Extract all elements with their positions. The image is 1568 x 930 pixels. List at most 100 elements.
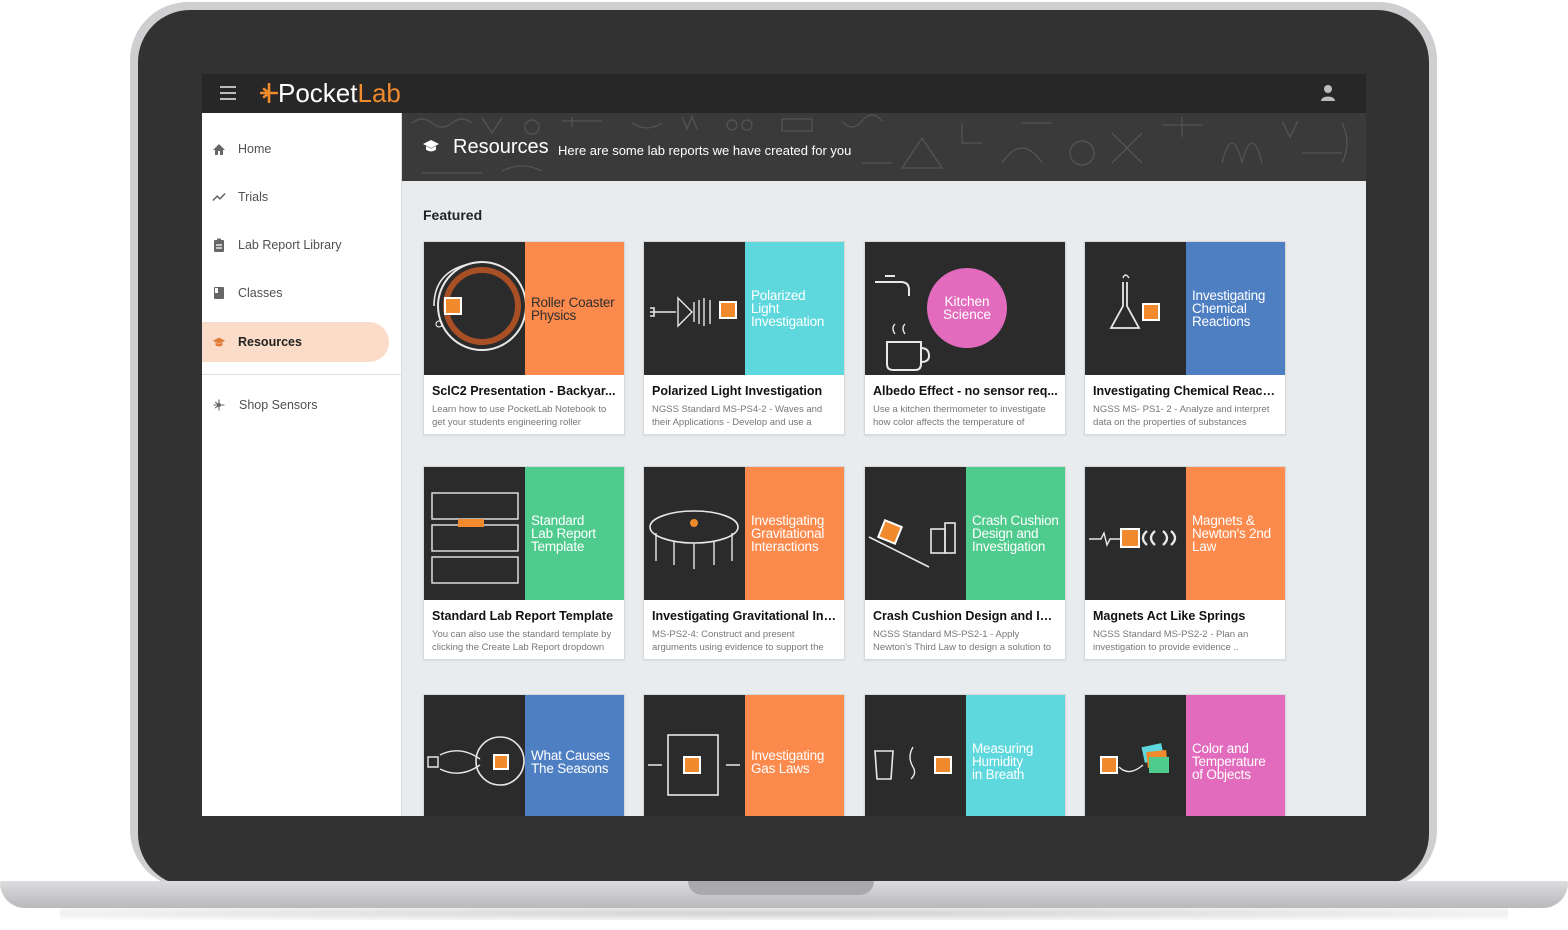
kitchen-science-badge: Kitchen Science bbox=[927, 268, 1007, 348]
thumbnail-title: What Causes The Seasons bbox=[531, 747, 610, 776]
card-description: NGSS Standard MS-PS2-1 - Apply Newton's … bbox=[873, 629, 1052, 653]
thumbnail-color-panel: Investigating Gas Laws bbox=[745, 695, 844, 816]
humidity-breath-illustration bbox=[874, 746, 952, 780]
resource-card[interactable]: Magnets & Newton's 2nd Law Magnets Act L… bbox=[1084, 466, 1286, 660]
resource-card[interactable]: Measuring Humidity in Breath bbox=[864, 694, 1066, 816]
card-title: Magnets Act Like Springs bbox=[1093, 609, 1246, 623]
app-bar: Pocket Lab bbox=[202, 74, 1366, 113]
sidebar-item-label: Classes bbox=[238, 286, 283, 300]
resource-card[interactable]: Roller Coaster Physics SclC2 Presentatio… bbox=[423, 241, 625, 435]
card-thumbnail: Crash Cushion Design and Investigation bbox=[865, 467, 1065, 600]
seasons-globe-illustration bbox=[427, 736, 525, 786]
pocketlab-logo[interactable]: Pocket Lab bbox=[260, 78, 401, 108]
thumbnail-title: Investigating Gas Laws bbox=[751, 747, 825, 776]
roller-coaster-illustration bbox=[433, 261, 525, 351]
thumbnail-color-panel: Standard Lab Report Template bbox=[525, 467, 624, 600]
resource-card[interactable]: Color and Temperature of Objects bbox=[1084, 694, 1286, 816]
card-thumbnail: Color and Temperature of Objects bbox=[1085, 695, 1285, 816]
card-description: NGSS Standard MS-PS2-2 - Plan an investi… bbox=[1093, 629, 1249, 653]
trampoline-illustration bbox=[649, 510, 739, 569]
sidebar-item-classes[interactable]: Classes bbox=[202, 273, 389, 313]
card-title: Polarized Light Investigation bbox=[652, 384, 823, 398]
card-description: NGSS Standard MS-PS4-2 - Waves and their… bbox=[652, 404, 823, 428]
graduation-cap-icon bbox=[212, 335, 226, 349]
gas-laws-bag-illustration bbox=[648, 734, 740, 796]
sidebar-item-label: Lab Report Library bbox=[238, 238, 342, 252]
card-description: MS-PS2-4: Construct and present argument… bbox=[652, 629, 824, 653]
logo-text-lab: Lab bbox=[357, 77, 401, 108]
thumbnail-title: Investigating Chemical Reactions bbox=[1192, 288, 1266, 329]
card-thumbnail: Kitchen Science bbox=[865, 242, 1065, 375]
card-title: Standard Lab Report Template bbox=[432, 609, 614, 623]
crash-cushion-illustration bbox=[868, 518, 956, 568]
lab-report-template-illustration bbox=[431, 492, 519, 584]
card-thumbnail: Investigating Chemical Reactions bbox=[1085, 242, 1285, 375]
clipboard-icon bbox=[212, 238, 226, 252]
sidebar-item-trials[interactable]: Trials bbox=[202, 177, 389, 217]
thumbnail-title: Color and Temperature of Objects bbox=[1192, 741, 1266, 782]
home-icon bbox=[212, 142, 226, 156]
resource-card[interactable]: Investigating Chemical Reactions Investi… bbox=[1084, 241, 1286, 435]
thumbnail-color-panel: Color and Temperature of Objects bbox=[1186, 695, 1285, 816]
thumbnail-title: Magnets & Newton's 2nd Law bbox=[1192, 513, 1271, 554]
resource-card[interactable]: Investigating Gas Laws bbox=[643, 694, 845, 816]
sidebar-item-label: Home bbox=[238, 142, 272, 156]
pocketlab-logo-mark-icon bbox=[260, 83, 278, 103]
card-thumbnail: Magnets & Newton's 2nd Law bbox=[1085, 467, 1285, 600]
card-title: Investigating Gravitational Int... bbox=[652, 609, 838, 623]
magnets-spring-illustration bbox=[1089, 528, 1177, 548]
book-icon bbox=[212, 286, 226, 300]
card-thumbnail: Investigating Gas Laws bbox=[644, 695, 844, 816]
thumbnail-color-panel: Magnets & Newton's 2nd Law bbox=[1186, 467, 1285, 600]
resource-card[interactable]: Investigating Gravitational Interactions… bbox=[643, 466, 845, 660]
thumbnail-title: Roller Coaster Physics bbox=[531, 294, 615, 323]
resource-card[interactable]: Standard Lab Report Template Standard La… bbox=[423, 466, 625, 660]
card-title: SclC2 Presentation - Backyar... bbox=[432, 384, 616, 398]
thumbnail-title: Standard Lab Report Template bbox=[531, 513, 596, 554]
sidebar-item-shop-sensors[interactable]: Shop Sensors bbox=[202, 385, 389, 425]
sidebar-item-label: Resources bbox=[238, 335, 302, 349]
resource-card[interactable]: Polarized Light Investigation Polarized … bbox=[643, 241, 845, 435]
card-title: Investigating Chemical Reacti... bbox=[1093, 384, 1279, 398]
resource-card[interactable]: What Causes The Seasons bbox=[423, 694, 625, 816]
thumbnail-color-panel: What Causes The Seasons bbox=[525, 695, 624, 816]
card-description: You can also use the standard template b… bbox=[432, 629, 612, 653]
sidebar-item-home[interactable]: Home bbox=[202, 129, 389, 169]
resource-card[interactable]: Kitchen Science Albedo Effect - no senso… bbox=[864, 241, 1066, 435]
card-thumbnail: Roller Coaster Physics bbox=[424, 242, 624, 375]
thumbnail-title: Crash Cushion Design and Investigation bbox=[972, 513, 1059, 554]
thumbnail-color-panel: Measuring Humidity in Breath bbox=[966, 695, 1065, 816]
account-icon[interactable] bbox=[1320, 84, 1336, 102]
thumbnail-color-panel: Roller Coaster Physics bbox=[525, 242, 624, 375]
thumbnail-title: Investigating Gravitational Interactions bbox=[751, 513, 825, 554]
laptop-notch bbox=[688, 881, 874, 895]
card-title: Albedo Effect - no sensor req... bbox=[873, 384, 1058, 398]
app-screen: Pocket Lab Home Trials Lab Report Library… bbox=[202, 74, 1366, 816]
thumbnail-color-panel: Polarized Light Investigation bbox=[745, 242, 844, 375]
card-thumbnail: What Causes The Seasons bbox=[424, 695, 624, 816]
thumbnail-title: Polarized Light Investigation bbox=[751, 288, 825, 329]
card-description: Learn how to use PocketLab Notebook to g… bbox=[432, 404, 607, 428]
page-subtitle: Here are some lab reports we have create… bbox=[558, 143, 852, 158]
sidebar-item-label: Trials bbox=[238, 190, 269, 204]
resources-banner: Resources Here are some lab reports we h… bbox=[402, 113, 1366, 181]
chemistry-flask-illustration bbox=[1109, 274, 1160, 329]
sidebar-item-resources[interactable]: Resources bbox=[202, 322, 389, 362]
sidebar-item-label: Shop Sensors bbox=[239, 398, 318, 412]
resource-card[interactable]: Crash Cushion Design and Investigation C… bbox=[864, 466, 1066, 660]
card-title: Crash Cushion Design and Inv... bbox=[873, 609, 1059, 623]
sidebar-item-lab-report-library[interactable]: Lab Report Library bbox=[202, 225, 389, 265]
polarized-light-illustration bbox=[650, 296, 737, 328]
sidebar-divider bbox=[202, 374, 401, 375]
sensor-icon bbox=[212, 398, 226, 412]
laptop-shadow bbox=[60, 906, 1508, 920]
trend-icon bbox=[212, 190, 226, 204]
card-description: Use a kitchen thermometer to investigate… bbox=[873, 404, 1046, 428]
featured-heading: Featured bbox=[423, 207, 483, 223]
card-thumbnail: Measuring Humidity in Breath bbox=[865, 695, 1065, 816]
card-thumbnail: Standard Lab Report Template bbox=[424, 467, 624, 600]
hamburger-menu-icon[interactable] bbox=[220, 86, 236, 100]
sidebar: Home Trials Lab Report Library Classes R… bbox=[202, 113, 402, 816]
card-thumbnail: Investigating Gravitational Interactions bbox=[644, 467, 844, 600]
graduation-cap-icon bbox=[422, 139, 440, 158]
